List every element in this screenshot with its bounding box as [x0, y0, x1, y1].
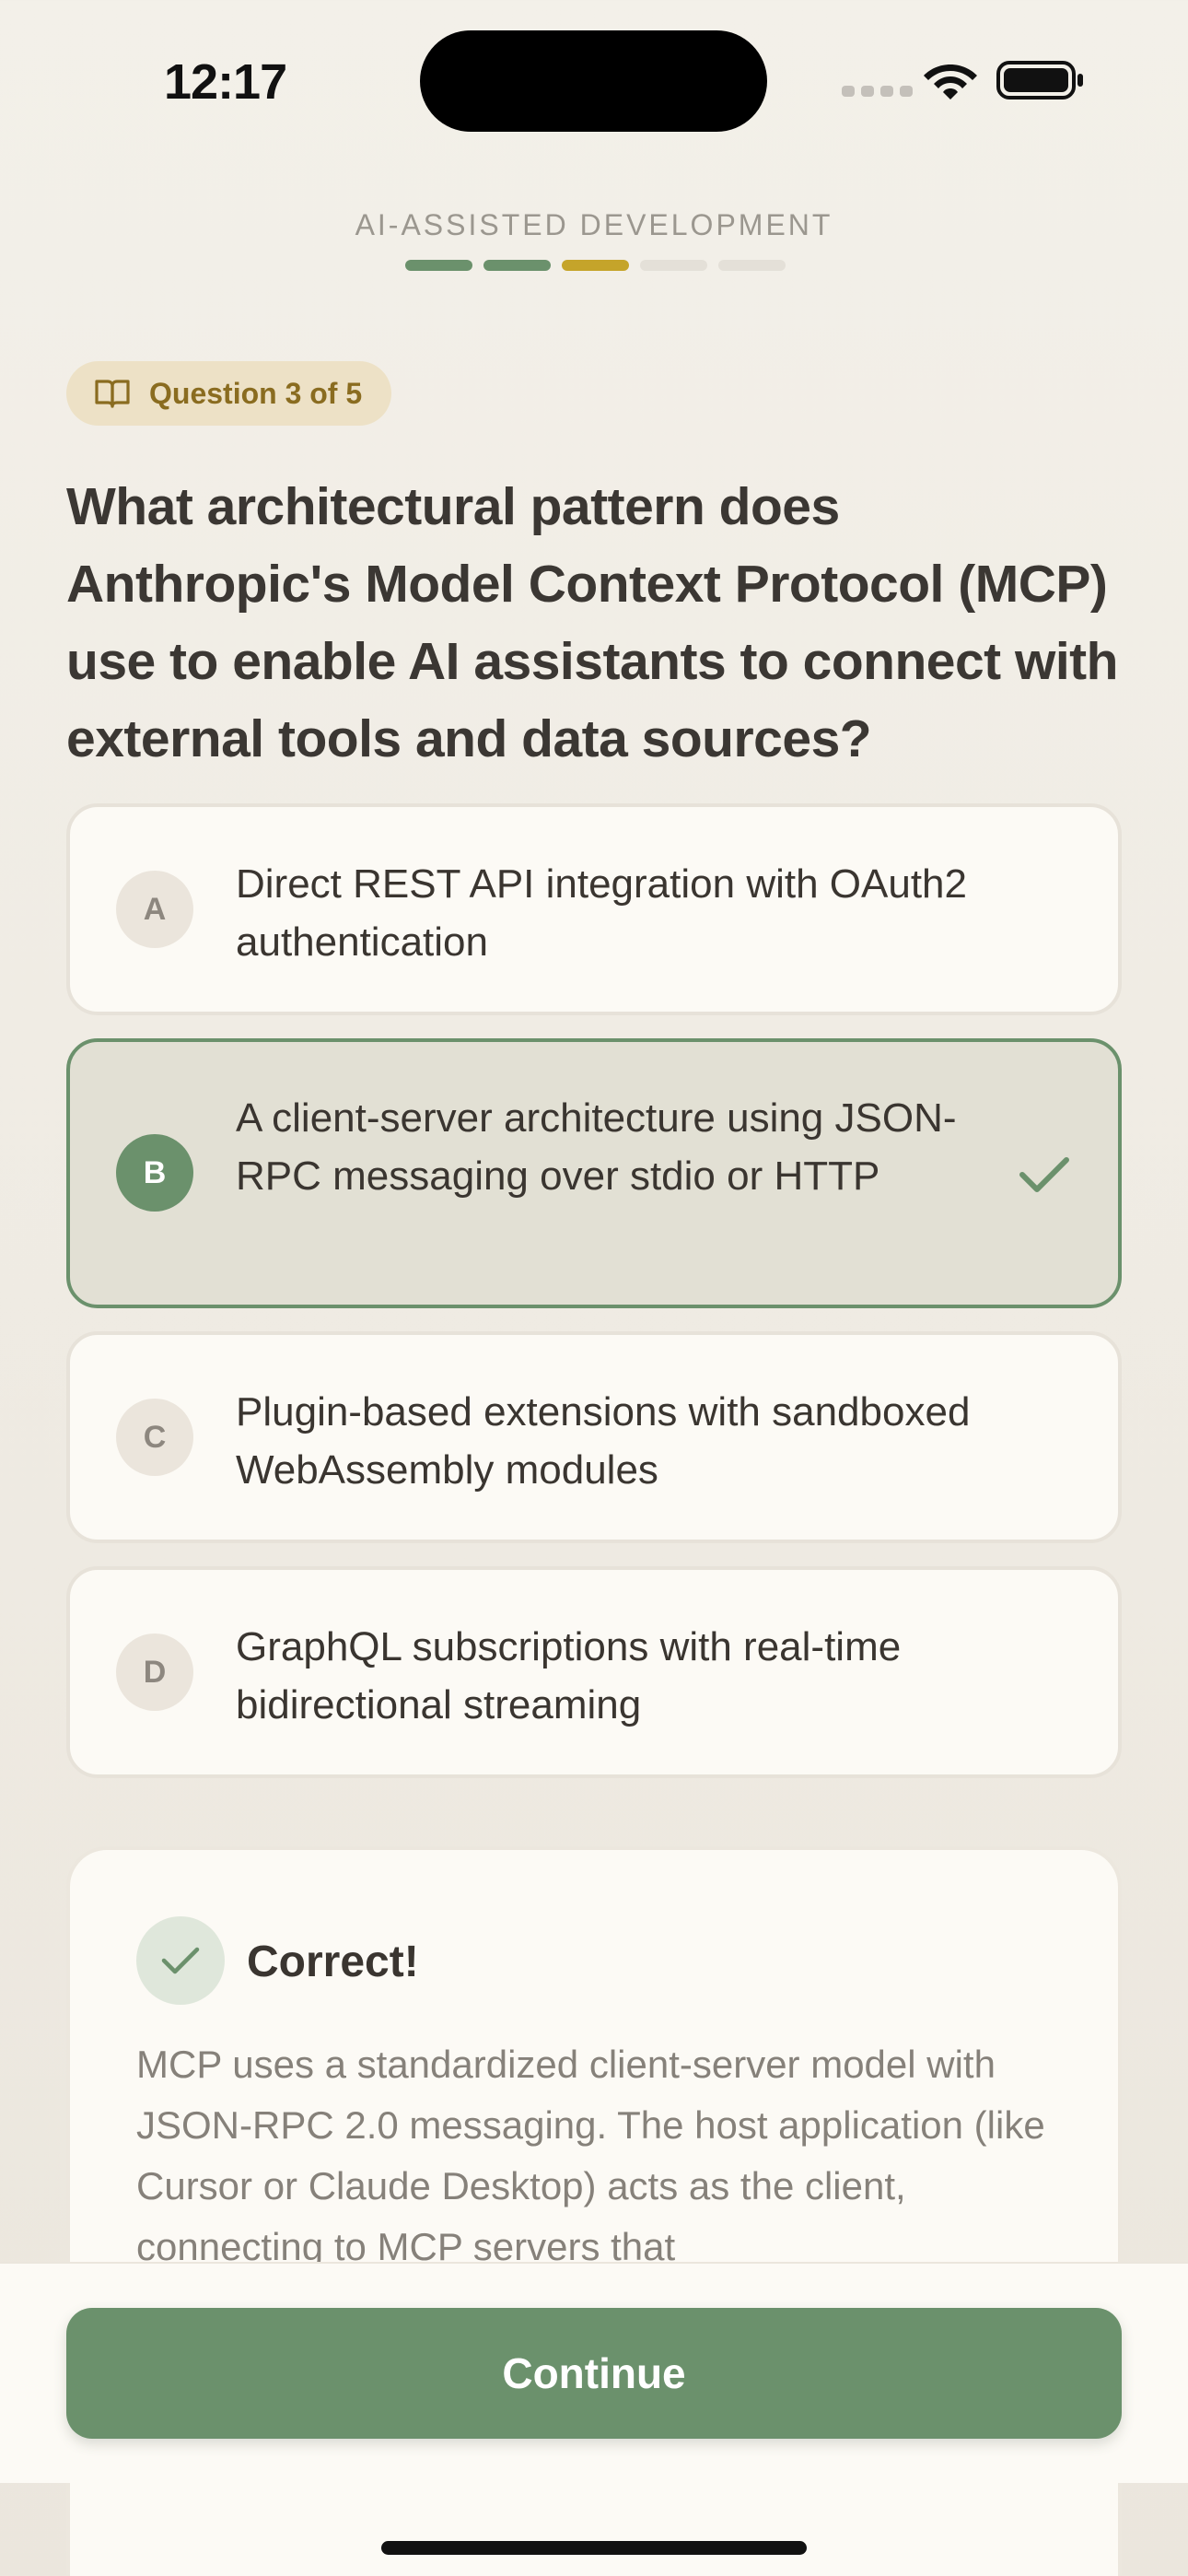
progress-segment-4 — [640, 260, 707, 271]
option-text: Plugin-based extensions with sandboxed W… — [236, 1389, 971, 1493]
book-open-icon — [95, 380, 130, 408]
bottom-action-bar: Continue — [0, 2262, 1188, 2483]
continue-button[interactable]: Continue — [66, 2308, 1122, 2439]
answer-option-c[interactable]: C Plugin-based extensions with sandboxed… — [66, 1331, 1122, 1543]
status-bar: 12:17 — [0, 0, 1188, 157]
feedback-title: Correct! — [247, 1938, 419, 1986]
answer-option-b[interactable]: B A client-server architecture using JSO… — [66, 1038, 1122, 1308]
home-indicator[interactable] — [381, 2541, 807, 2555]
option-letter: C — [116, 1399, 193, 1476]
option-text: GraphQL subscriptions with real-time bid… — [236, 1624, 902, 1727]
option-letter: B — [116, 1134, 193, 1212]
checkmark-icon — [161, 1947, 200, 1974]
course-title: AI-ASSISTED DEVELOPMENT — [355, 208, 833, 241]
checkmark-icon — [1019, 1157, 1069, 1192]
question-counter-badge: Question 3 of 5 — [66, 361, 392, 426]
progress-segment-2 — [483, 260, 551, 271]
battery-icon — [996, 61, 1083, 100]
wifi-icon — [924, 64, 977, 100]
progress-segment-3 — [562, 260, 629, 271]
option-text: Direct REST API integration with OAuth2 … — [236, 861, 967, 965]
status-time: 12:17 — [164, 54, 287, 110]
progress-segment-5 — [718, 260, 786, 271]
question-text: What architectural pattern does Anthropi… — [66, 477, 1118, 768]
progress-segment-1 — [405, 260, 472, 271]
dynamic-island — [420, 30, 767, 132]
answer-option-d[interactable]: D GraphQL subscriptions with real-time b… — [66, 1566, 1122, 1778]
feedback-check-badge — [136, 1916, 225, 2005]
cellular-dots-icon — [842, 86, 913, 97]
feedback-explanation: MCP uses a standardized client-server mo… — [136, 2043, 1045, 2268]
answer-option-a[interactable]: A Direct REST API integration with OAuth… — [66, 803, 1122, 1015]
option-letter: D — [116, 1633, 193, 1711]
option-letter: A — [116, 871, 193, 948]
option-text: A client-server architecture using JSON-… — [236, 1095, 957, 1199]
question-counter-text: Question 3 of 5 — [149, 376, 363, 410]
progress-indicator — [405, 260, 786, 271]
